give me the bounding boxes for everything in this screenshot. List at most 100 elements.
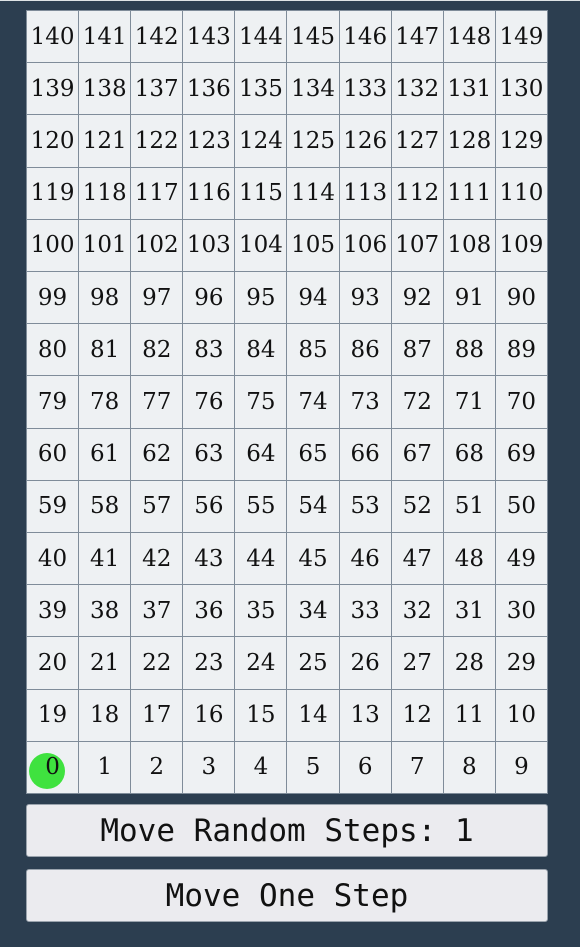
cell-number: 83 <box>194 336 224 363</box>
cell-number: 51 <box>454 493 484 520</box>
cell-number: 91 <box>454 284 484 311</box>
board-cell: 96 <box>183 272 236 325</box>
board-cell: 108 <box>443 219 496 272</box>
board-cell: 11 <box>443 689 496 742</box>
board-cell: 118 <box>79 167 132 220</box>
cell-number: 111 <box>447 180 492 207</box>
cell-number: 102 <box>134 232 179 259</box>
board-cell: 94 <box>287 272 340 325</box>
board-cell: 100 <box>27 219 80 272</box>
cell-number: 124 <box>238 127 283 154</box>
cell-number: 98 <box>90 284 120 311</box>
cell-number: 25 <box>298 649 328 676</box>
cell-number: 48 <box>454 545 484 572</box>
board-cell: 51 <box>443 480 496 533</box>
move-random-steps-button[interactable]: Move Random Steps: 1 <box>26 804 548 857</box>
cell-number: 18 <box>90 702 120 729</box>
cell-number: 92 <box>402 284 432 311</box>
move-one-step-button[interactable]: Move One Step <box>26 869 548 922</box>
cell-number: 82 <box>142 336 172 363</box>
board-cell: 138 <box>79 63 132 116</box>
cell-number: 148 <box>447 23 492 50</box>
board-cell: 149 <box>495 11 548 64</box>
cell-number: 108 <box>447 232 492 259</box>
cell-number: 140 <box>30 23 75 50</box>
board-cell: 112 <box>391 167 444 220</box>
cell-number: 7 <box>409 754 425 781</box>
cell-number: 146 <box>343 23 388 50</box>
board-cell: 52 <box>391 480 444 533</box>
cell-number: 112 <box>395 180 440 207</box>
cell-number: 133 <box>343 75 388 102</box>
cell-number: 113 <box>343 180 388 207</box>
cell-number: 86 <box>350 336 380 363</box>
board-cell: 130 <box>495 63 548 116</box>
board-cell: 15 <box>235 689 288 742</box>
cell-number: 104 <box>238 232 283 259</box>
cell-number: 121 <box>82 127 127 154</box>
cell-number: 147 <box>395 23 440 50</box>
cell-number: 100 <box>30 232 75 259</box>
cell-number: 114 <box>291 180 335 207</box>
board-cell: 111 <box>443 167 496 220</box>
cell-number: 0 <box>45 754 60 781</box>
board-cell: 129 <box>495 115 548 168</box>
cell-number: 132 <box>395 75 440 102</box>
board-cell: 16 <box>183 689 236 742</box>
cell-number: 65 <box>298 441 328 468</box>
cell-number: 72 <box>402 388 432 415</box>
board-cell: 126 <box>339 115 392 168</box>
cell-number: 43 <box>194 545 224 572</box>
cell-number: 105 <box>291 232 335 259</box>
cell-number: 76 <box>194 388 224 415</box>
board-cell: 61 <box>79 428 132 481</box>
board-cell: 67 <box>391 428 444 481</box>
board-cell: 86 <box>339 324 392 377</box>
cell-number: 22 <box>142 649 172 676</box>
board-cell: 117 <box>131 167 184 220</box>
board-cell: 12 <box>391 689 444 742</box>
cell-number: 30 <box>506 597 537 624</box>
board-cell: 42 <box>131 533 184 586</box>
board-cell: 93 <box>339 272 392 325</box>
board-cell: 62 <box>131 428 184 481</box>
board-cell: 87 <box>391 324 444 377</box>
cell-number: 136 <box>186 75 231 102</box>
board-cell: 110 <box>495 167 548 220</box>
board-cell: 128 <box>443 115 496 168</box>
cell-number: 12 <box>402 702 432 729</box>
cell-number: 42 <box>142 545 172 572</box>
cell-number: 62 <box>142 441 172 468</box>
cell-number: 31 <box>454 597 484 624</box>
board-cell: 20 <box>27 637 80 690</box>
cell-number: 122 <box>134 127 179 154</box>
cell-number: 4 <box>253 754 269 781</box>
cell-number: 135 <box>238 75 283 102</box>
cell-number: 149 <box>499 23 544 50</box>
board-cell: 88 <box>443 324 496 377</box>
cell-number: 13 <box>350 702 380 729</box>
cell-number: 145 <box>291 23 335 50</box>
board-cell: 21 <box>79 637 132 690</box>
board-cell: 18 <box>79 689 132 742</box>
cell-number: 143 <box>186 23 231 50</box>
cell-number: 87 <box>402 336 432 363</box>
board-cell: 58 <box>79 480 132 533</box>
board-cell: 107 <box>391 219 444 272</box>
cell-number: 21 <box>90 649 120 676</box>
board-cell: 78 <box>79 376 132 429</box>
board-cell: 35 <box>235 585 288 638</box>
board-cell: 139 <box>27 63 80 116</box>
board-cell: 99 <box>27 272 80 325</box>
board-cell: 137 <box>131 63 184 116</box>
cell-number: 41 <box>90 545 120 572</box>
board-cell: 74 <box>287 376 340 429</box>
cell-number: 139 <box>30 75 75 102</box>
cell-number: 138 <box>82 75 127 102</box>
board-cell: 80 <box>27 324 80 377</box>
board-cell: 109 <box>495 219 548 272</box>
board-cell: 103 <box>183 219 236 272</box>
cell-number: 38 <box>90 597 120 624</box>
cell-number: 117 <box>134 180 179 207</box>
cell-number: 32 <box>402 597 432 624</box>
